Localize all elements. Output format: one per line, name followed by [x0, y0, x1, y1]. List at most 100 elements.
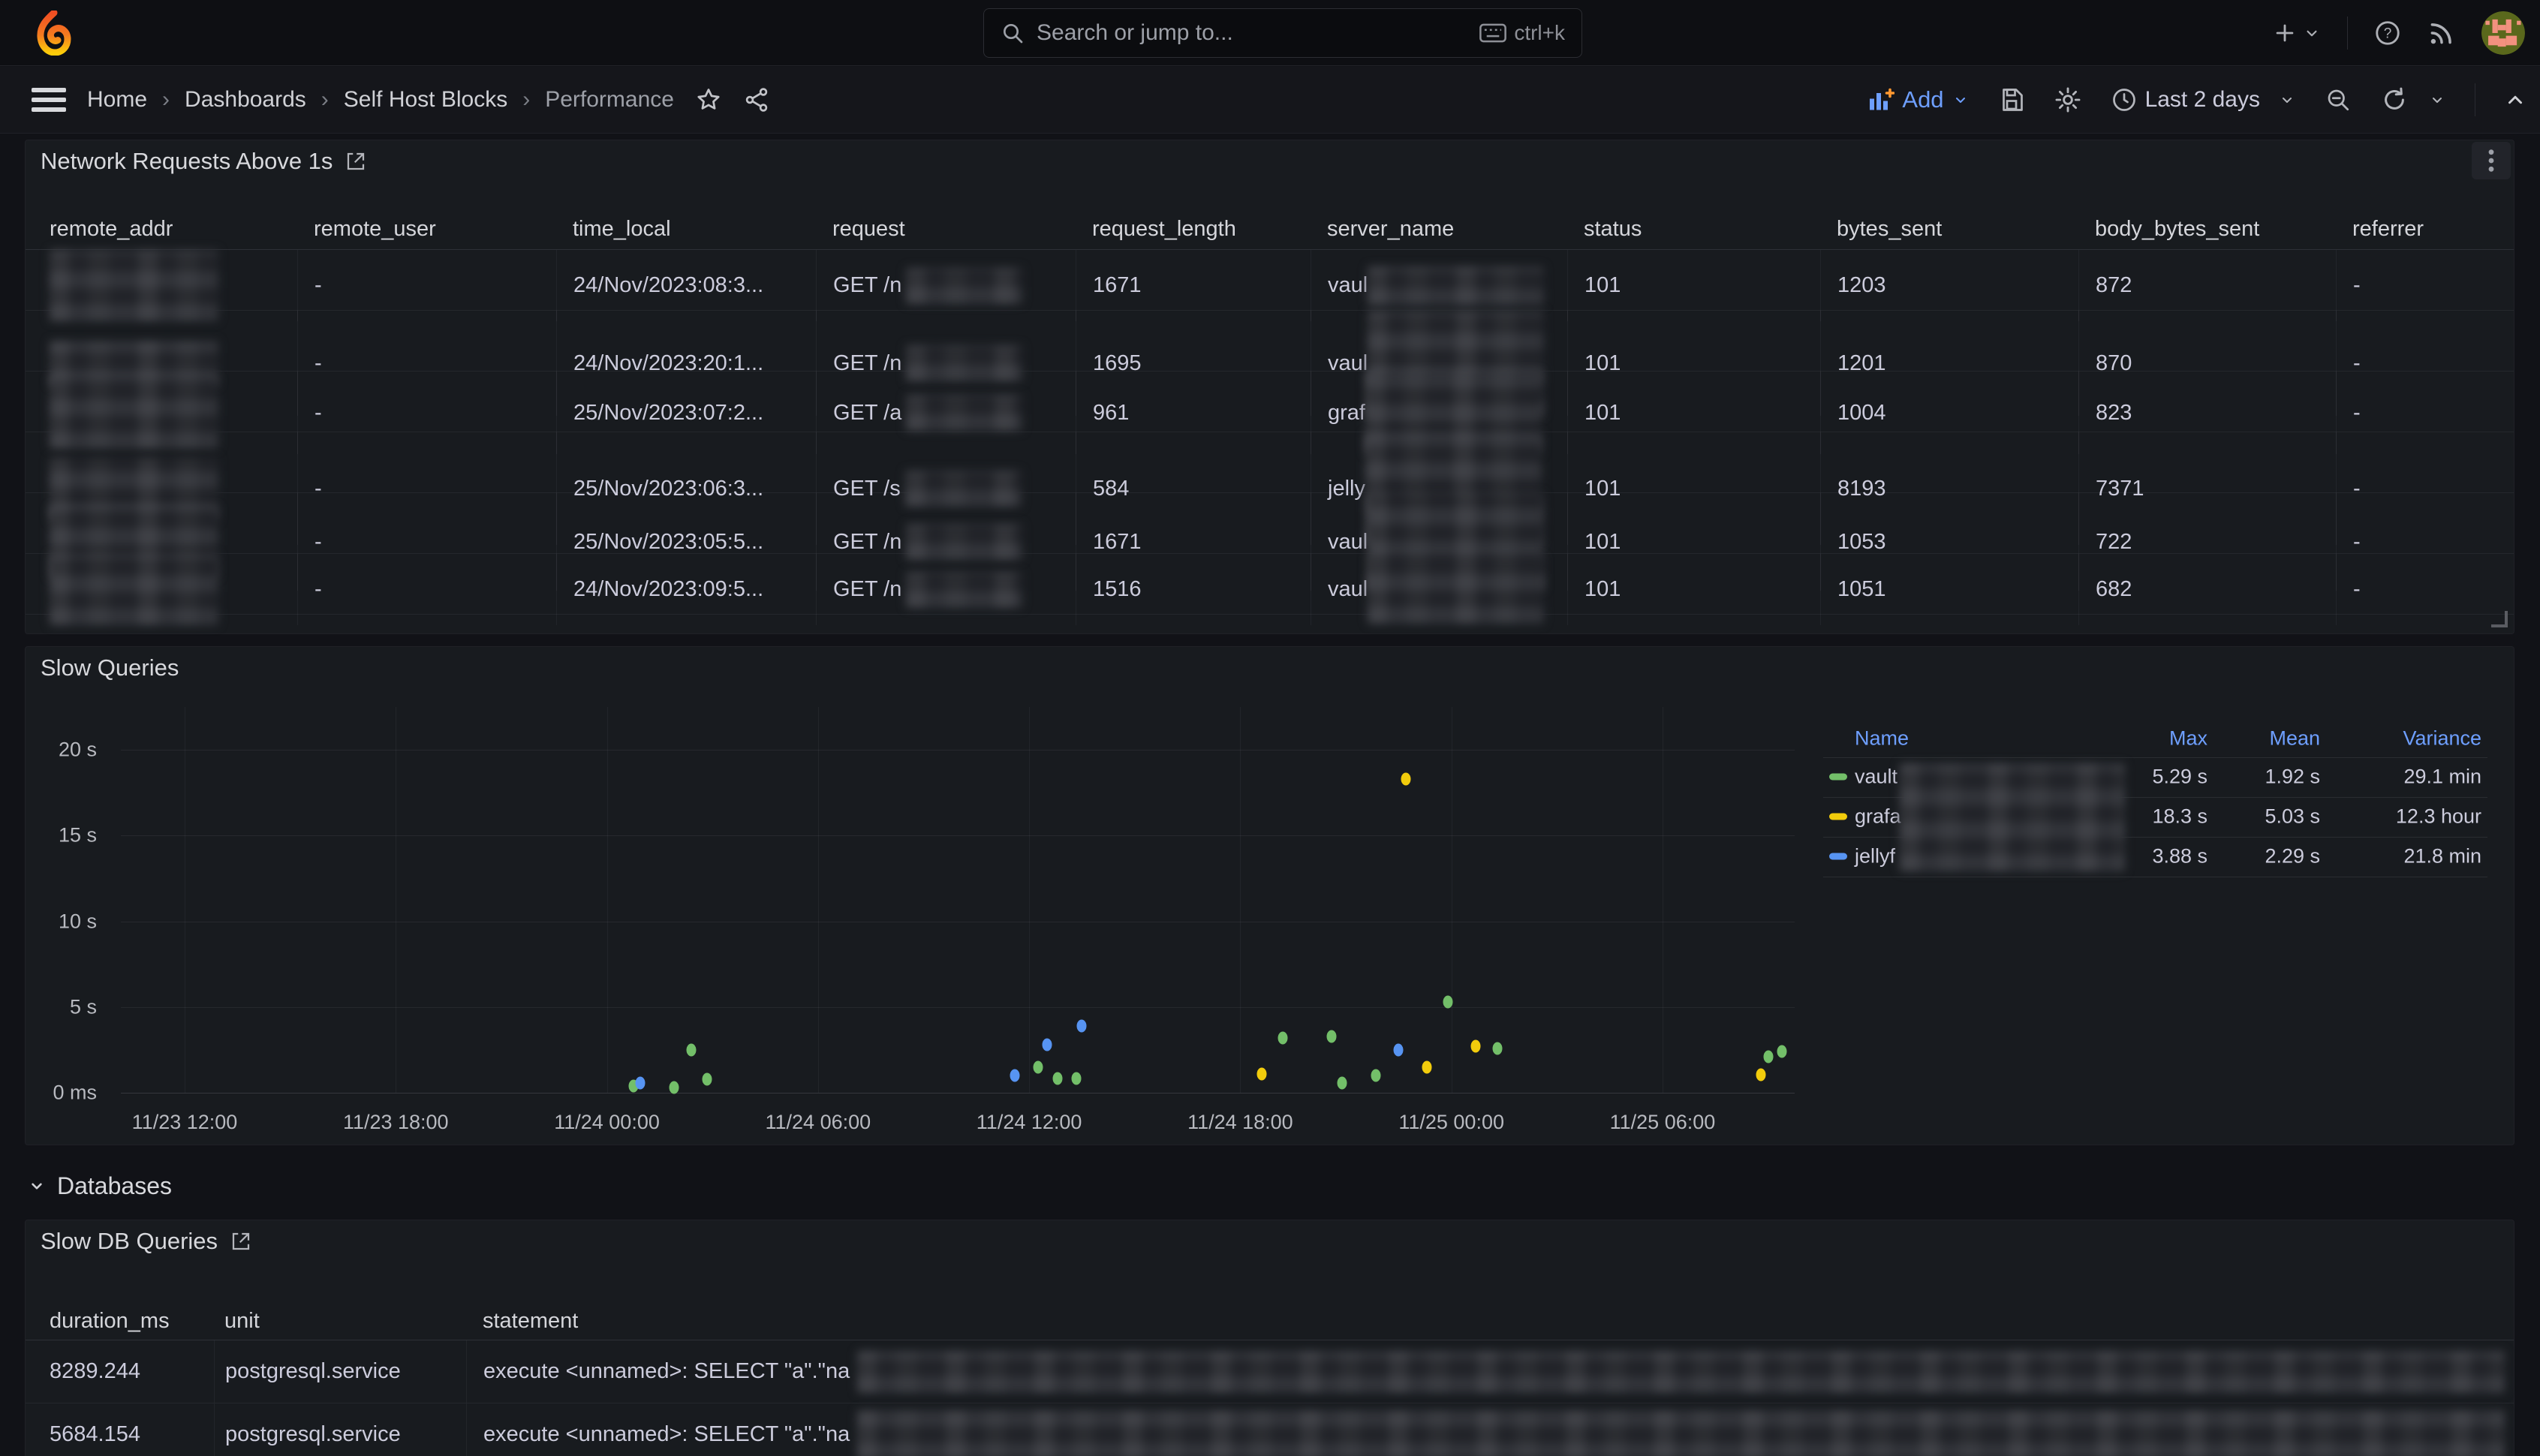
keyboard-shortcut-hint: ctrl+k — [1479, 21, 1565, 45]
zoom-out-time-button[interactable] — [2325, 86, 2352, 113]
breadcrumb-separator: › — [162, 87, 170, 113]
save-dashboard-button[interactable] — [1998, 86, 2025, 113]
column-header-remote_user[interactable]: remote_user — [297, 217, 556, 242]
redacted-request-path — [906, 395, 1022, 431]
panel-title[interactable]: Network Requests Above 1s — [41, 148, 333, 175]
legend-series-name[interactable]: vault — [1855, 766, 1897, 789]
panel-resize-handle[interactable] — [2491, 611, 2508, 627]
share-icon[interactable] — [743, 86, 770, 113]
new-button[interactable] — [2272, 20, 2322, 46]
table-header-row: duration_msunitstatement — [26, 1303, 2514, 1340]
column-header-request[interactable]: request — [816, 217, 1076, 242]
legend-value-variance: 29.1 min — [2316, 766, 2481, 789]
legend-header-mean[interactable]: Mean — [2155, 727, 2320, 751]
cell-unit: postgresql.service — [214, 1340, 466, 1403]
toolbar-left: Home›Dashboards›Self Host Blocks›Perform… — [32, 67, 770, 133]
panel-header: Network Requests Above 1s — [26, 140, 2514, 182]
column-header-time_local[interactable]: time_local — [556, 217, 816, 242]
column-header-unit[interactable]: unit — [214, 1309, 466, 1334]
favorite-star-icon[interactable] — [695, 86, 722, 113]
legend-value-variance: 12.3 hour — [2316, 805, 2481, 829]
table-row: -25/Nov/2023:05:5...GET /n1671vaul101105… — [26, 493, 2514, 554]
column-header-remote_addr[interactable]: remote_addr — [26, 217, 297, 242]
column-header-request_length[interactable]: request_length — [1076, 217, 1311, 242]
legend-series-name[interactable]: grafa — [1855, 805, 1901, 829]
cell-duration-ms: 8289.244 — [26, 1340, 214, 1403]
column-header-statement[interactable]: statement — [466, 1309, 2515, 1334]
section-databases[interactable]: Databases — [27, 1165, 172, 1207]
legend-series-color[interactable] — [1829, 853, 1847, 860]
dashboard-settings-button[interactable] — [2054, 86, 2082, 114]
legend-series-color[interactable] — [1829, 814, 1847, 820]
table-header-row: remote_addrremote_usertime_localrequestr… — [26, 209, 2514, 250]
external-link-icon[interactable] — [345, 150, 367, 173]
legend-header-name[interactable]: Name — [1855, 727, 1909, 751]
table-row: -24/Nov/2023:08:3...GET /n1671vaul101120… — [26, 250, 2514, 311]
table-row: 5684.154postgresql.serviceexecute <unnam… — [26, 1403, 2514, 1456]
add-button[interactable]: Add — [1867, 86, 1969, 113]
network-requests-table: remote_addrremote_usertime_localrequestr… — [26, 209, 2514, 615]
plus-icon — [2272, 20, 2298, 46]
rss-icon — [2427, 19, 2456, 47]
slow-db-queries-table: duration_msunitstatement8289.244postgres… — [26, 1303, 2514, 1456]
panel-slow-queries: Slow Queries 20 s15 s10 s5 s0 ms11/23 12… — [25, 646, 2514, 1145]
user-avatar[interactable] — [2481, 11, 2525, 55]
news-button[interactable] — [2427, 19, 2456, 47]
grafana-logo-icon — [33, 11, 75, 56]
keyboard-icon — [1479, 23, 1506, 44]
refresh-button[interactable] — [2380, 86, 2446, 114]
table-row: -25/Nov/2023:06:3...GET /s584jelly101819… — [26, 432, 2514, 493]
search-box[interactable]: ctrl+k — [983, 8, 1582, 58]
breadcrumb: Home›Dashboards›Self Host Blocks›Perform… — [87, 87, 674, 113]
cell-body-bytes-sent: 682 — [2078, 554, 2336, 625]
column-header-referrer[interactable]: referrer — [2336, 217, 2515, 242]
panel-title[interactable]: Slow DB Queries — [41, 1228, 218, 1255]
time-range-picker[interactable]: Last 2 days — [2111, 86, 2296, 113]
chevron-down-icon — [27, 1176, 47, 1196]
search-input[interactable] — [1037, 20, 1479, 46]
chart-legend: NameMaxMeanVariancevault5.29 s1.92 s29.1… — [26, 647, 2514, 1145]
breadcrumb-item-home[interactable]: Home — [87, 87, 147, 113]
zoom-out-icon — [2325, 86, 2352, 113]
cell-referrer: - — [2336, 554, 2515, 625]
external-link-icon[interactable] — [230, 1230, 252, 1253]
dashboard-toolbar: Home›Dashboards›Self Host Blocks›Perform… — [0, 67, 2540, 134]
redacted-request-path — [906, 268, 1022, 304]
panel-header: Slow DB Queries — [26, 1220, 2514, 1262]
chevron-up-icon — [2504, 89, 2526, 111]
cell-duration-ms: 5684.154 — [26, 1403, 214, 1456]
breadcrumb-item-self-host-blocks[interactable]: Self Host Blocks — [344, 87, 507, 113]
collapse-toolbar-button[interactable] — [2504, 89, 2526, 111]
column-header-body_bytes_sent[interactable]: body_bytes_sent — [2078, 217, 2336, 242]
server-name-prefix: vaul — [1328, 530, 1368, 555]
legend-value-mean: 5.03 s — [2155, 805, 2320, 829]
redacted-server-name — [1368, 266, 1544, 305]
breadcrumb-item-performance[interactable]: Performance — [545, 87, 674, 113]
table-row: -24/Nov/2023:20:1...GET /n1695vaul101120… — [26, 311, 2514, 372]
column-header-bytes_sent[interactable]: bytes_sent — [1820, 217, 2078, 242]
cell-statement: execute <unnamed>: SELECT "a"."na — [466, 1340, 2515, 1403]
top-nav-actions: ? — [2272, 0, 2525, 66]
help-button[interactable]: ? — [2373, 19, 2402, 47]
column-header-status[interactable]: status — [1567, 217, 1820, 242]
clock-icon — [2111, 86, 2138, 113]
panel-menu-button[interactable] — [2472, 142, 2511, 179]
legend-series-color[interactable] — [1829, 774, 1847, 781]
cell-statement: execute <unnamed>: SELECT "a"."na — [466, 1403, 2515, 1456]
add-button-label: Add — [1902, 86, 1943, 113]
legend-header-variance[interactable]: Variance — [2316, 727, 2481, 751]
search-icon — [1001, 21, 1025, 45]
redacted-statement — [857, 1410, 2505, 1456]
grafana-logo[interactable] — [33, 11, 75, 56]
legend-series-name[interactable]: jellyf — [1855, 845, 1895, 868]
request-prefix: GET /n — [833, 577, 901, 602]
column-header-duration_ms[interactable]: duration_ms — [26, 1309, 214, 1334]
cell-status: 101 — [1567, 554, 1820, 625]
save-icon — [1998, 86, 2025, 113]
menu-button[interactable] — [32, 88, 66, 112]
column-header-server_name[interactable]: server_name — [1311, 217, 1567, 242]
panel-network-requests: Network Requests Above 1s remote_addrrem… — [25, 140, 2514, 634]
refresh-interval-chevron-icon[interactable] — [2428, 91, 2446, 109]
top-navigation: ctrl+k ? — [0, 0, 2540, 66]
breadcrumb-item-dashboards[interactable]: Dashboards — [185, 87, 306, 113]
